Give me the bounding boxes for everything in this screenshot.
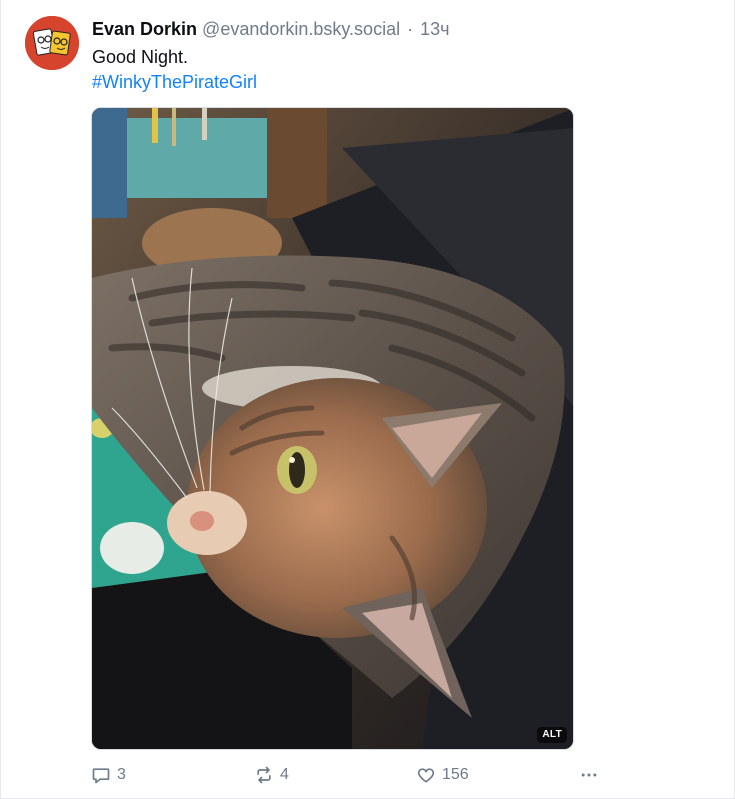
heart-icon — [417, 768, 435, 783]
reply-count: 3 — [117, 766, 126, 783]
like-count: 156 — [442, 766, 469, 783]
avatar-image — [25, 16, 79, 70]
post-text: Good Night. — [92, 47, 189, 67]
more-options-button[interactable] — [579, 762, 599, 788]
repost-button[interactable]: 4 — [254, 762, 289, 788]
alt-text-badge[interactable]: ALT — [537, 727, 567, 743]
reply-button[interactable]: 3 — [91, 762, 126, 788]
post-actions: 3 4 156 — [91, 762, 611, 788]
reply-icon — [92, 768, 110, 784]
cat-photo — [92, 108, 573, 749]
post-image[interactable]: ALT — [91, 107, 574, 750]
repost-icon — [257, 766, 271, 784]
author-handle[interactable]: @evandorkin.bsky.social — [202, 19, 400, 39]
like-button[interactable]: 156 — [416, 762, 469, 788]
hashtag-link[interactable]: #WinkyThePirateGirl — [92, 71, 257, 93]
header-separator: · — [407, 19, 414, 39]
author-display-name[interactable]: Evan Dorkin — [92, 19, 197, 39]
post-header: Evan Dorkin @evandorkin.bsky.social · 13… — [92, 18, 450, 40]
post-card[interactable]: Evan Dorkin @evandorkin.bsky.social · 13… — [0, 0, 735, 799]
repost-count: 4 — [280, 766, 289, 783]
post-timestamp[interactable]: 13ч — [420, 19, 449, 39]
more-dots-icon — [581, 773, 597, 777]
avatar[interactable] — [25, 16, 79, 70]
